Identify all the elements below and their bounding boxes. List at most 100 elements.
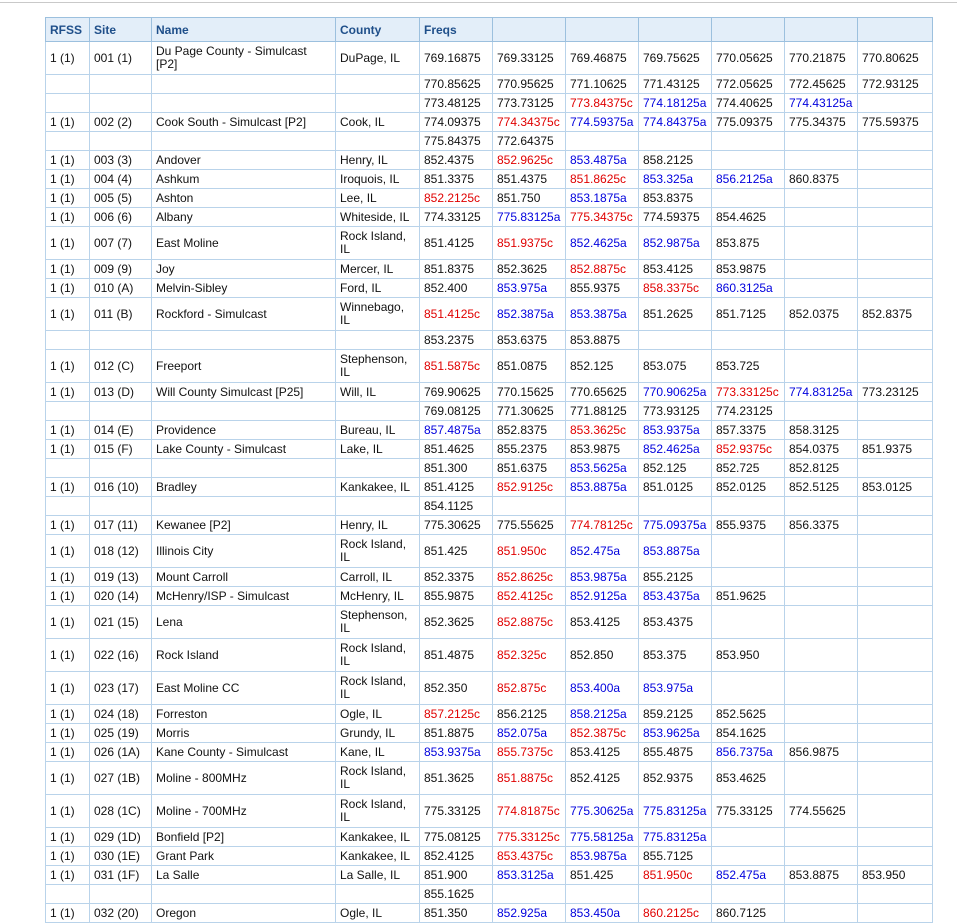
site-cell: 015 (F) (89, 439, 152, 459)
frequency-cell: 774.23125 (711, 401, 785, 421)
frequency-cell: 852.9375c (711, 439, 785, 459)
site-cell: 002 (2) (89, 112, 152, 132)
frequency-cell (638, 496, 712, 516)
table-row: 1 (1) 003 (3) Andover Henry, IL 852.4375 852.… (45, 150, 933, 170)
site-name-cell: Illinois City (151, 534, 336, 568)
frequency-cell: 774.59375a (565, 112, 639, 132)
site-cell: 004 (4) (89, 169, 152, 189)
rfss-cell: 1 (1) (45, 226, 90, 260)
site-cell: 024 (18) (89, 704, 152, 724)
frequency-cell: 852.8375 (492, 420, 566, 440)
rfss-cell (45, 458, 90, 478)
frequency-cell: 852.4125c (492, 586, 566, 606)
site-name-cell: East Moline (151, 226, 336, 260)
frequency-cell (711, 671, 785, 705)
site-name-cell (151, 93, 336, 113)
site-name-cell: Ashton (151, 188, 336, 208)
frequency-cell: 856.2125 (492, 704, 566, 724)
frequency-cell: 851.425 (565, 865, 639, 885)
site-name-cell: Melvin-Sibley (151, 278, 336, 298)
frequency-cell: 770.65625 (565, 382, 639, 402)
frequency-cell: 772.64375 (492, 131, 566, 151)
site-name-cell: Ashkum (151, 169, 336, 189)
table-row: 1 (1) 025 (19) Morris Grundy, IL 851.8875 852… (45, 723, 933, 743)
frequency-cell: 773.93125 (638, 401, 712, 421)
rfss-cell: 1 (1) (45, 297, 90, 331)
frequency-cell: 770.95625 (492, 74, 566, 94)
site-name-cell (151, 458, 336, 478)
table-row: 1 (1) 011 (B) Rockford - Simulcast Winnebag… (45, 297, 933, 331)
frequency-cell: 853.725 (711, 349, 785, 383)
column-header-blank (711, 17, 785, 42)
frequency-cell (711, 884, 785, 904)
site-cell: 027 (1B) (89, 761, 152, 795)
county-cell: Carroll, IL (335, 567, 420, 587)
table-row: 854.1125 (45, 496, 933, 516)
frequency-cell: 852.8625c (492, 567, 566, 587)
county-cell: DuPage, IL (335, 41, 420, 75)
frequency-cell: 853.4375 (638, 605, 712, 639)
county-cell (335, 458, 420, 478)
frequency-cell: 773.73125 (492, 93, 566, 113)
frequency-cell: 853.9875a (565, 846, 639, 866)
frequency-cell (784, 846, 858, 866)
frequency-cell: 855.7125 (638, 846, 712, 866)
table-row: 1 (1) 028 (1C) Moline - 700MHz Rock Island,… (45, 794, 933, 828)
frequency-cell: 851.4125 (419, 226, 493, 260)
frequency-cell: 852.3875a (492, 297, 566, 331)
frequency-cell (711, 605, 785, 639)
frequency-cell: 852.4625a (565, 226, 639, 260)
frequency-cell (857, 207, 933, 227)
frequency-cell: 853.975a (638, 671, 712, 705)
frequency-cell: 852.5625 (711, 704, 785, 724)
frequency-cell: 775.08125 (419, 827, 493, 847)
frequency-cell: 852.8875c (492, 605, 566, 639)
county-cell (335, 884, 420, 904)
frequency-cell: 851.5875c (419, 349, 493, 383)
frequency-cell (784, 188, 858, 208)
frequency-cell (857, 761, 933, 795)
frequency-cell (711, 131, 785, 151)
frequency-cell (784, 903, 858, 923)
county-cell: Kankakee, IL (335, 477, 420, 497)
rfss-cell: 1 (1) (45, 723, 90, 743)
frequency-cell: 851.425 (419, 534, 493, 568)
frequency-cell (784, 704, 858, 724)
rfss-cell: 1 (1) (45, 420, 90, 440)
site-name-cell: Rockford - Simulcast (151, 297, 336, 331)
frequency-cell: 769.16875 (419, 41, 493, 75)
frequency-cell (565, 496, 639, 516)
frequency-cell: 851.8875 (419, 723, 493, 743)
frequency-cell: 775.34375 (784, 112, 858, 132)
site-frequency-table: RFSS Site Name County Freqs 1 (1) 001 (1)… (45, 17, 933, 923)
rfss-cell (45, 131, 90, 151)
frequency-cell: 774.84375a (638, 112, 712, 132)
frequency-cell: 774.81875c (492, 794, 566, 828)
frequency-cell (857, 349, 933, 383)
table-row: 1 (1) 027 (1B) Moline - 800MHz Rock Island,… (45, 761, 933, 795)
site-name-cell: Kewanee [P2] (151, 515, 336, 535)
frequency-cell (784, 723, 858, 743)
site-cell: 005 (5) (89, 188, 152, 208)
frequency-cell (857, 704, 933, 724)
county-cell (335, 401, 420, 421)
county-cell: La Salle, IL (335, 865, 420, 885)
frequency-cell (784, 827, 858, 847)
frequency-cell (857, 278, 933, 298)
frequency-cell (857, 420, 933, 440)
site-name-cell: Will County Simulcast [P25] (151, 382, 336, 402)
frequency-cell: 853.3625c (565, 420, 639, 440)
frequency-cell: 853.0125 (857, 477, 933, 497)
frequency-cell: 851.3625 (419, 761, 493, 795)
frequency-cell: 773.48125 (419, 93, 493, 113)
table-row: 1 (1) 004 (4) Ashkum Iroquois, IL 851.3375 85… (45, 169, 933, 189)
county-cell: Stephenson, IL (335, 605, 420, 639)
frequency-cell: 772.45625 (784, 74, 858, 94)
site-cell: 020 (14) (89, 586, 152, 606)
frequency-cell: 852.8875c (565, 259, 639, 279)
frequency-cell: 853.4375c (492, 846, 566, 866)
frequency-cell: 770.21875 (784, 41, 858, 75)
table-row: 1 (1) 026 (1A) Kane County - Simulcast Kane… (45, 742, 933, 762)
frequency-cell (857, 259, 933, 279)
frequency-cell: 860.2125c (638, 903, 712, 923)
